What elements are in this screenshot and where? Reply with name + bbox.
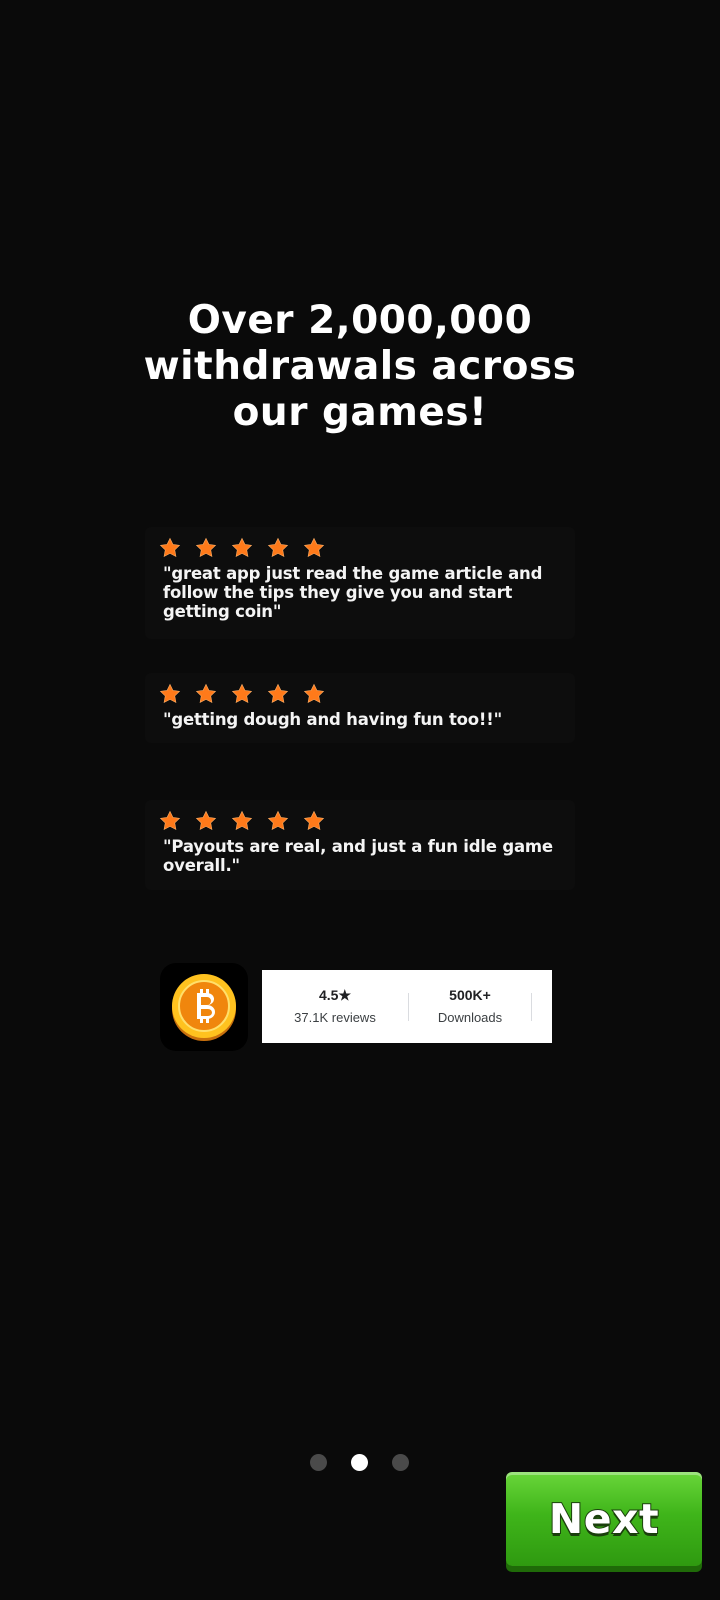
star-icon [231,810,253,831]
rating-value: 4.5★ [318,986,351,1003]
star-icon [159,683,181,704]
star-rating [159,537,557,559]
divider [531,992,532,1021]
next-button-label: Next [548,1494,660,1544]
page-dot[interactable] [392,1454,409,1471]
star-icon [159,810,181,831]
headline: Over 2,000,000 withdrawals across our ga… [143,298,577,435]
review-text: "great app just read the game article an… [163,564,543,621]
review-card: "great app just read the game article an… [145,527,575,639]
page-dot[interactable] [310,1454,327,1471]
downloads-label: Downloads [437,1009,503,1025]
star-icon [267,537,289,558]
review-text: "Payouts are real, and just a fun idle g… [163,837,553,875]
page-dot-active[interactable] [351,1454,368,1471]
star-icon [267,683,289,704]
star-rating [159,683,557,705]
downloads-value: 500K+ [449,986,491,1003]
downloads-stat: 500K+ Downloads [409,986,531,1028]
star-icon [231,683,253,704]
review-card: "getting dough and having fun too!!" [145,673,575,743]
app-icon [160,963,248,1051]
next-button[interactable]: Next [506,1472,702,1566]
star-icon [195,810,217,831]
star-icon [303,810,325,831]
star-rating [159,810,557,832]
star-icon [303,683,325,704]
star-icon [267,810,289,831]
rating-stat: 4.5★ 37.1K reviews [262,986,408,1028]
star-icon [195,537,217,558]
review-text: "getting dough and having fun too!!" [163,710,502,729]
star-icon [195,683,217,704]
page-indicator [310,1454,409,1471]
review-card: "Payouts are real, and just a fun idle g… [145,800,575,890]
star-icon [159,537,181,558]
star-icon [303,537,325,558]
bitcoin-coin-icon [172,974,236,1041]
star-icon [231,537,253,558]
store-stats-card: 4.5★ 37.1K reviews 500K+ Downloads [262,970,552,1043]
reviews-count: 37.1K reviews [294,1009,376,1025]
